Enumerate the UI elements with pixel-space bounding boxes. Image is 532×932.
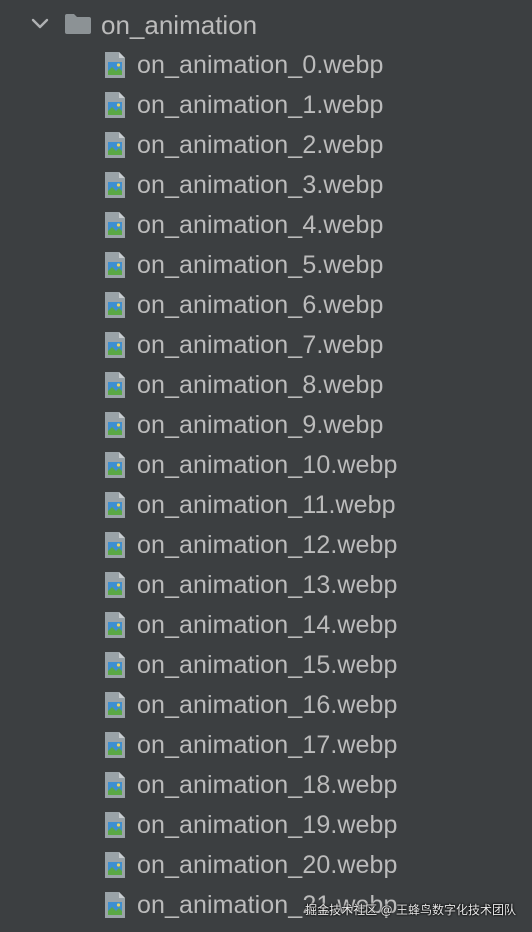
image-file-icon bbox=[104, 451, 126, 479]
folder-row-on-animation[interactable]: on_animation bbox=[0, 4, 532, 44]
image-file-icon bbox=[104, 651, 126, 679]
file-name[interactable]: on_animation_0.webp bbox=[137, 47, 384, 83]
folder-label[interactable]: on_animation bbox=[101, 8, 257, 42]
image-file-icon bbox=[104, 731, 126, 759]
file-row[interactable]: on_animation_17.webp bbox=[0, 725, 532, 765]
image-file-icon bbox=[104, 771, 126, 799]
file-name[interactable]: on_animation_10.webp bbox=[137, 447, 398, 483]
bottom-edge bbox=[0, 926, 532, 932]
file-row[interactable]: on_animation_8.webp bbox=[0, 365, 532, 405]
file-name[interactable]: on_animation_19.webp bbox=[137, 807, 398, 843]
file-name[interactable]: on_animation_14.webp bbox=[137, 607, 398, 643]
file-name[interactable]: on_animation_15.webp bbox=[137, 647, 398, 683]
file-row[interactable]: on_animation_7.webp bbox=[0, 325, 532, 365]
project-tree: on_animation on_animation_0.webp on_anima… bbox=[0, 0, 532, 932]
image-file-icon bbox=[104, 251, 126, 279]
file-row[interactable]: on_animation_15.webp bbox=[0, 645, 532, 685]
image-file-icon bbox=[104, 51, 126, 79]
file-row[interactable]: on_animation_3.webp bbox=[0, 165, 532, 205]
file-row[interactable]: on_animation_6.webp bbox=[0, 285, 532, 325]
file-name[interactable]: on_animation_3.webp bbox=[137, 167, 384, 203]
watermark: 掘金技术社区 @ 王蜂鸟数字化技术团队 bbox=[305, 903, 516, 917]
image-file-icon bbox=[104, 131, 126, 159]
image-file-icon bbox=[104, 611, 126, 639]
image-file-icon bbox=[104, 291, 126, 319]
image-file-icon bbox=[104, 531, 126, 559]
file-name[interactable]: on_animation_4.webp bbox=[137, 207, 384, 243]
image-file-icon bbox=[104, 571, 126, 599]
file-name[interactable]: on_animation_7.webp bbox=[137, 327, 384, 363]
file-name[interactable]: on_animation_11.webp bbox=[137, 487, 396, 523]
file-name[interactable]: on_animation_9.webp bbox=[137, 407, 384, 443]
image-file-icon bbox=[104, 211, 126, 239]
file-row[interactable]: on_animation_10.webp bbox=[0, 445, 532, 485]
image-file-icon bbox=[104, 411, 126, 439]
file-row[interactable]: on_animation_2.webp bbox=[0, 125, 532, 165]
file-name[interactable]: on_animation_16.webp bbox=[137, 687, 398, 723]
file-row[interactable]: on_animation_13.webp bbox=[0, 565, 532, 605]
file-name[interactable]: on_animation_2.webp bbox=[137, 127, 384, 163]
file-row[interactable]: on_animation_1.webp bbox=[0, 85, 532, 125]
file-name[interactable]: on_animation_6.webp bbox=[137, 287, 384, 323]
file-row[interactable]: on_animation_19.webp bbox=[0, 805, 532, 845]
image-file-icon bbox=[104, 691, 126, 719]
file-name[interactable]: on_animation_1.webp bbox=[137, 87, 384, 123]
image-file-icon bbox=[104, 891, 126, 919]
file-row[interactable]: on_animation_20.webp bbox=[0, 845, 532, 885]
file-name[interactable]: on_animation_8.webp bbox=[137, 367, 384, 403]
file-name[interactable]: on_animation_17.webp bbox=[137, 727, 398, 763]
folder-icon bbox=[64, 13, 92, 35]
file-row[interactable]: on_animation_18.webp bbox=[0, 765, 532, 805]
file-name[interactable]: on_animation_12.webp bbox=[137, 527, 398, 563]
image-file-icon bbox=[104, 811, 126, 839]
file-row[interactable]: on_animation_12.webp bbox=[0, 525, 532, 565]
file-list: on_animation_0.webp on_animation_1.webpon… bbox=[0, 45, 532, 925]
image-file-icon bbox=[104, 171, 126, 199]
file-row[interactable]: on_animation_14.webp bbox=[0, 605, 532, 645]
file-name[interactable]: on_animation_13.webp bbox=[137, 567, 398, 603]
image-file-icon bbox=[104, 851, 126, 879]
file-row[interactable]: on_animation_0.webp bbox=[0, 45, 532, 85]
file-name[interactable]: on_animation_18.webp bbox=[137, 767, 398, 803]
file-row[interactable]: on_animation_16.webp bbox=[0, 685, 532, 725]
file-row[interactable]: on_animation_4.webp bbox=[0, 205, 532, 245]
image-file-icon bbox=[104, 331, 126, 359]
file-row[interactable]: on_animation_11.webp bbox=[0, 485, 532, 525]
image-file-icon bbox=[104, 491, 126, 519]
file-name[interactable]: on_animation_20.webp bbox=[137, 847, 398, 883]
file-name[interactable]: on_animation_5.webp bbox=[137, 247, 384, 283]
file-row[interactable]: on_animation_5.webp bbox=[0, 245, 532, 285]
chevron-down-icon[interactable] bbox=[30, 12, 50, 36]
image-file-icon bbox=[104, 91, 126, 119]
image-file-icon bbox=[104, 371, 126, 399]
file-row[interactable]: on_animation_9.webp bbox=[0, 405, 532, 445]
